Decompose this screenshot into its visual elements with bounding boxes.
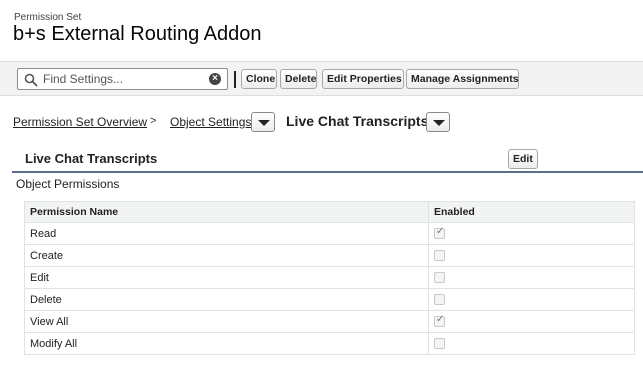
- enabled-checkbox[interactable]: [434, 314, 445, 328]
- search-input[interactable]: [43, 71, 203, 87]
- breadcrumb-current: Live Chat Transcripts: [286, 113, 429, 129]
- permission-name: Modify All: [24, 332, 429, 355]
- chevron-down-icon: [258, 120, 270, 126]
- breadcrumb-overview-link[interactable]: Permission Set Overview: [13, 115, 147, 129]
- column-header-enabled: Enabled: [428, 201, 635, 223]
- enabled-checkbox[interactable]: [434, 338, 445, 350]
- manage-assignments-button[interactable]: Manage Assignments: [406, 69, 519, 89]
- section-title: Live Chat Transcripts: [25, 151, 158, 166]
- permission-name: Edit: [24, 266, 429, 289]
- current-object-dropdown-button[interactable]: [426, 112, 450, 132]
- chevron-down-icon: [433, 120, 445, 126]
- object-settings-dropdown-button[interactable]: [251, 112, 275, 132]
- clone-button[interactable]: Clone: [241, 69, 277, 89]
- edit-properties-button[interactable]: Edit Properties: [322, 69, 404, 89]
- enabled-checkbox[interactable]: [434, 294, 445, 306]
- table-row: Delete: [24, 288, 635, 311]
- table-row: Create: [24, 244, 635, 267]
- delete-button[interactable]: Delete: [280, 69, 317, 89]
- section-divider: [12, 171, 643, 173]
- table-row: Read: [24, 222, 635, 245]
- enabled-checkbox[interactable]: [434, 250, 445, 262]
- page-title: b+s External Routing Addon: [13, 23, 262, 45]
- toolbar: × Clone Delete Edit Properties Manage As…: [0, 61, 643, 96]
- search-box[interactable]: ×: [17, 68, 228, 90]
- enabled-checkbox[interactable]: [434, 272, 445, 284]
- table-row: Edit: [24, 266, 635, 289]
- breadcrumb-separator: >: [150, 115, 157, 127]
- permission-name: Read: [24, 222, 429, 245]
- permission-name: Create: [24, 244, 429, 267]
- table-row: Modify All: [24, 332, 635, 355]
- permission-name: View All: [24, 310, 429, 333]
- enabled-checkbox[interactable]: [434, 226, 445, 240]
- object-permissions-heading: Object Permissions: [16, 177, 120, 191]
- permission-name: Delete: [24, 288, 429, 311]
- toolbar-divider: [234, 71, 236, 88]
- breadcrumb: Permission Set Overview > Object Setting…: [13, 112, 633, 132]
- breadcrumb-object-settings-link[interactable]: Object Settings: [170, 115, 251, 129]
- table-row: View All: [24, 310, 635, 333]
- search-icon: [24, 73, 38, 87]
- clear-icon[interactable]: ×: [209, 73, 221, 85]
- column-header-permission-name: Permission Name: [24, 201, 429, 223]
- permissions-table: Permission Name Enabled Read Create Edit…: [24, 201, 635, 355]
- page-header-label: Permission Set: [14, 12, 82, 23]
- table-header-row: Permission Name Enabled: [24, 201, 635, 223]
- edit-button[interactable]: Edit: [508, 149, 538, 169]
